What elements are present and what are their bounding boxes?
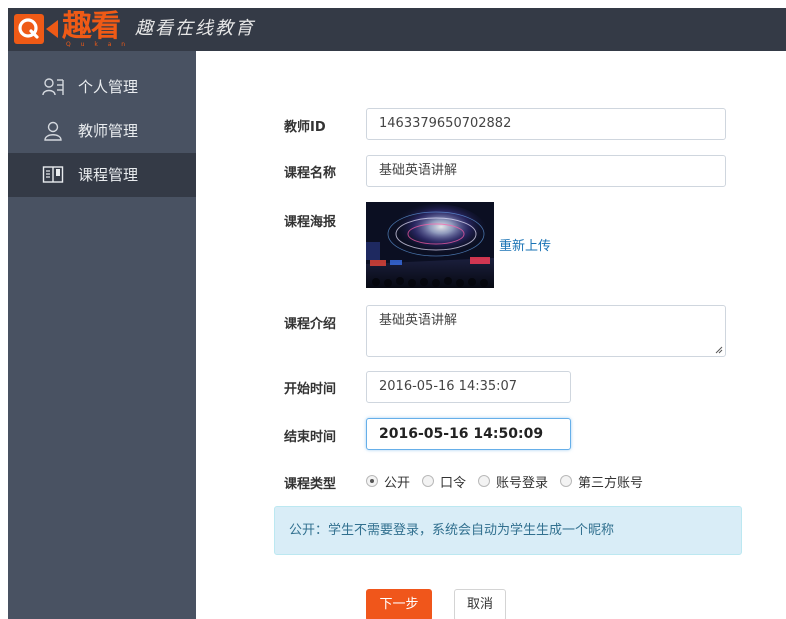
start-time-field[interactable]: 2016-05-16 14:35:07 (366, 371, 571, 403)
logo-play-icon (46, 20, 58, 38)
site-title: 趣看在线教育 (135, 18, 255, 39)
course-intro-text: 基础英语讲解 (379, 313, 458, 328)
cancel-button[interactable]: 取消 (454, 589, 506, 619)
course-type-radio-group: 公开 口令 账号登录 第三方账号 (366, 472, 655, 491)
resize-grip-icon[interactable] (715, 346, 723, 354)
course-poster-image (366, 202, 494, 288)
course-type-label: 课程类型 (284, 477, 337, 492)
sidebar-item-label: 个人管理 (78, 78, 139, 96)
book-icon (42, 166, 64, 183)
user-icon (44, 121, 62, 141)
reupload-link[interactable]: 重新上传 (499, 235, 551, 254)
course-type-password-radio[interactable]: 口令 (422, 472, 466, 491)
radio-unselected-icon (478, 475, 491, 487)
sidebar-item-personal[interactable]: 个人管理 (8, 65, 196, 109)
radio-label: 第三方账号 (578, 475, 644, 491)
radio-selected-icon (366, 475, 378, 487)
logo-q-icon (14, 14, 44, 44)
course-type-public-radio[interactable]: 公开 (366, 472, 410, 491)
course-type-thirdparty-radio[interactable]: 第三方账号 (560, 472, 643, 491)
course-type-hint: 公开：学生不需要登录，系统会自动为学生生成一个昵称 (274, 506, 742, 555)
app-frame: 趣看 Q u k a n 趣看在线教育 个人管理 教师管理 课程管理 教师ID … (8, 8, 786, 619)
course-type-account-radio[interactable]: 账号登录 (478, 472, 548, 491)
course-intro-label: 课程介绍 (284, 317, 337, 332)
sidebar-item-label: 课程管理 (78, 166, 139, 184)
sidebar-item-courses[interactable]: 课程管理 (8, 153, 196, 197)
next-step-button[interactable]: 下一步 (366, 589, 432, 619)
radio-label: 账号登录 (496, 475, 549, 491)
radio-label: 口令 (440, 475, 467, 491)
course-name-field[interactable]: 基础英语讲解 (366, 155, 726, 187)
radio-label: 公开 (384, 475, 411, 491)
top-header: 趣看 Q u k a n 趣看在线教育 (8, 8, 786, 51)
start-time-label: 开始时间 (284, 382, 337, 397)
end-time-field[interactable]: 2016-05-16 14:50:09 (366, 418, 571, 450)
course-poster-label: 课程海报 (284, 215, 337, 230)
radio-unselected-icon (422, 475, 435, 487)
logo-brand: 趣看 (62, 9, 121, 44)
logo-subtitle: Q u k a n (66, 41, 130, 48)
end-time-label: 结束时间 (284, 430, 337, 445)
sidebar-item-teachers[interactable]: 教师管理 (8, 109, 196, 153)
teacher-id-field[interactable]: 1463379650702882 (366, 108, 726, 140)
teacher-id-label: 教师ID (284, 120, 326, 135)
course-intro-textarea[interactable]: 基础英语讲解 (366, 305, 726, 357)
course-name-label: 课程名称 (284, 166, 337, 181)
sidebar: 个人管理 教师管理 课程管理 (8, 51, 196, 619)
person-list-icon (42, 78, 64, 96)
radio-unselected-icon (560, 475, 573, 487)
sidebar-item-label: 教师管理 (78, 122, 139, 140)
main-content: 教师ID 1463379650702882 课程名称 基础英语讲解 课程海报 重… (196, 51, 786, 619)
